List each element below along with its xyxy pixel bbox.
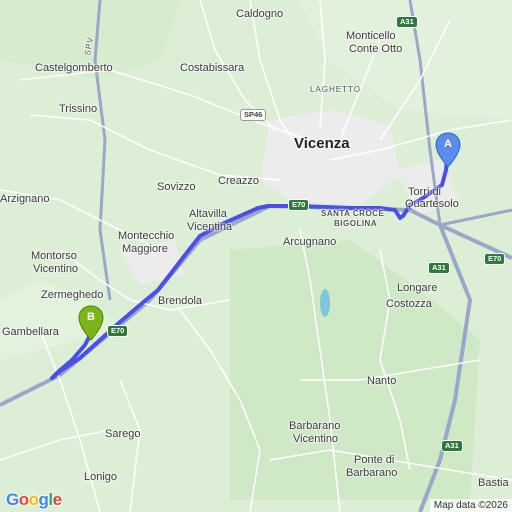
place-conte-otto: Conte Otto xyxy=(349,43,403,55)
shield-e70-center: E70 xyxy=(288,199,310,211)
place-arcugnano: Arcugnano xyxy=(283,236,337,248)
place-longare: Longare xyxy=(397,282,438,294)
shield-e70-right: E70 xyxy=(484,253,506,265)
place-sarego: Sarego xyxy=(105,428,141,440)
map-canvas[interactable]: Caldogno Monticello Conte Otto Castelgom… xyxy=(0,0,512,512)
place-vicentina: Vicentina xyxy=(187,221,233,233)
end-marker-label: B xyxy=(87,311,95,323)
shield-sp46: SP46 xyxy=(240,109,267,121)
end-marker[interactable]: B xyxy=(78,305,108,345)
place-maggiore: Maggiore xyxy=(122,243,168,255)
start-marker-label: A xyxy=(444,138,452,150)
place-bastia: Bastia xyxy=(478,477,509,489)
place-vicenza: Vicenza xyxy=(294,135,350,152)
place-arzignano: Arzignano xyxy=(0,193,50,205)
map-attribution[interactable]: Map data ©2026 xyxy=(429,499,512,512)
shield-a31-top: A31 xyxy=(396,16,418,28)
lake xyxy=(320,289,330,317)
place-costabissara: Costabissara xyxy=(180,62,245,74)
place-barbarano: Barbarano xyxy=(289,420,341,432)
place-creazzo: Creazzo xyxy=(218,175,259,187)
place-altavilla: Altavilla xyxy=(189,208,227,220)
place-lonigo: Lonigo xyxy=(84,471,118,483)
place-ponte-di: Ponte di xyxy=(354,454,395,466)
place-montorso-vicentino: Vicentino xyxy=(33,263,79,275)
place-laghetto: LAGHETTO xyxy=(310,85,361,94)
place-bigolina: BIGOLINA xyxy=(334,219,378,228)
shield-a31-right: A31 xyxy=(428,262,450,274)
place-quartesolo: Quartesolo xyxy=(405,198,459,210)
place-montecchio: Montecchio xyxy=(118,230,175,242)
place-costozza: Costozza xyxy=(386,298,432,310)
place-montorso: Montorso xyxy=(31,250,77,262)
place-castelgomberto: Castelgomberto xyxy=(35,62,113,74)
place-zermeghedo: Zermeghedo xyxy=(41,289,104,301)
place-caldogno: Caldogno xyxy=(236,8,284,20)
place-nanto: Nanto xyxy=(367,375,397,387)
shield-e70-left: E70 xyxy=(107,325,129,337)
google-logo[interactable]: Google xyxy=(6,490,62,510)
place-trissino: Trissino xyxy=(59,103,98,115)
place-brendola: Brendola xyxy=(158,295,203,307)
place-ponte-barbarano: Barbarano xyxy=(346,467,398,479)
place-torri-di: Torri di xyxy=(408,186,442,198)
place-barbarano-vicentino: Vicentino xyxy=(293,433,339,445)
start-marker[interactable]: A xyxy=(435,132,465,172)
place-sovizzo: Sovizzo xyxy=(157,181,196,193)
place-monticello: Monticello xyxy=(346,30,396,42)
place-gambellara: Gambellara xyxy=(2,326,59,338)
shield-a31-bottom: A31 xyxy=(441,440,463,452)
